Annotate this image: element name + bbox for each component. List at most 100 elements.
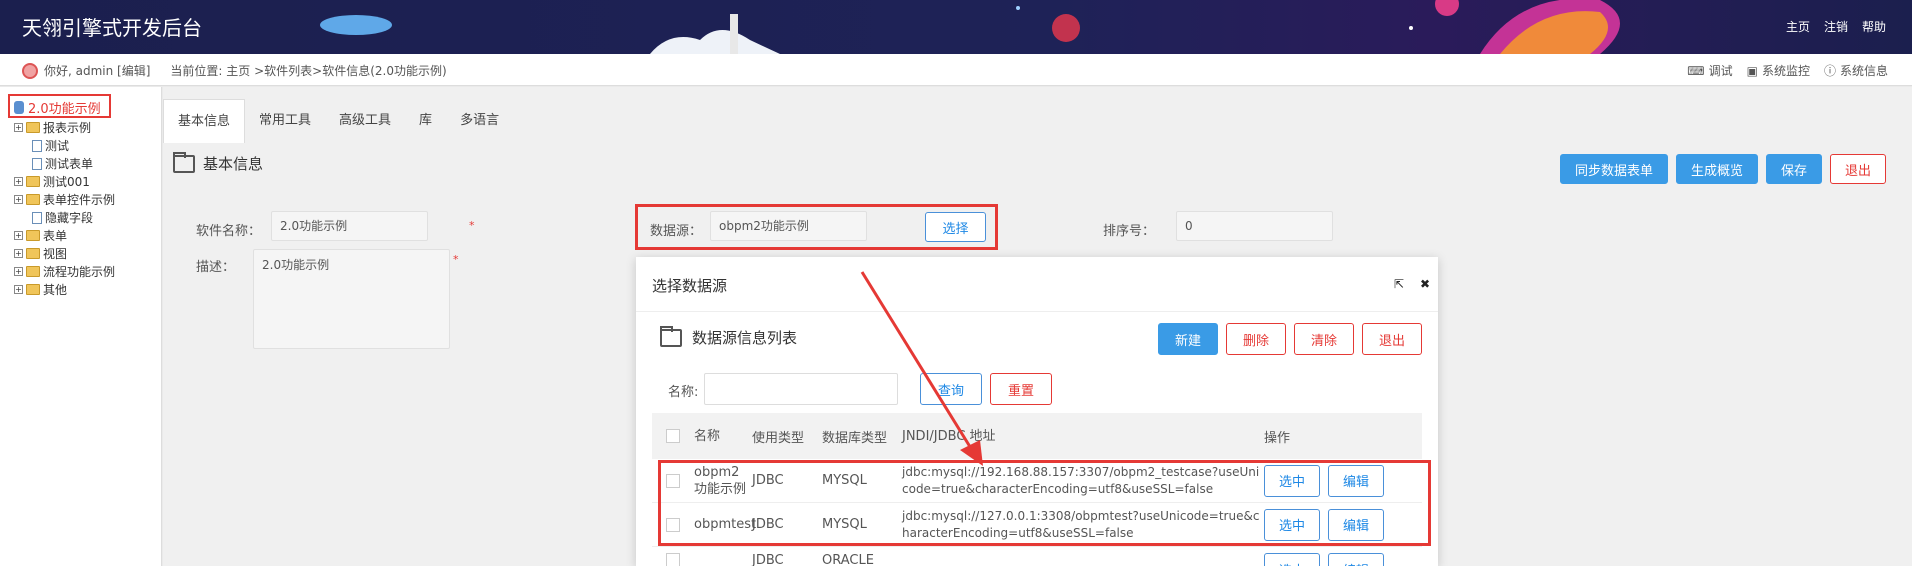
popout-icon[interactable]: ⇱ <box>1394 277 1404 291</box>
tab-library[interactable]: 库 <box>405 99 446 143</box>
dialog-actions: 新建 删除 清除 退出 <box>1157 323 1422 355</box>
tab-multilanguage[interactable]: 多语言 <box>446 99 513 143</box>
tree-node-label: 测试表单 <box>45 157 94 171</box>
dialog-window-controls: ⇱ ✖ <box>1394 277 1430 291</box>
page-icon <box>32 157 42 170</box>
expand-icon[interactable]: + <box>14 123 23 132</box>
tab-common-tools[interactable]: 常用工具 <box>245 99 325 143</box>
page-icon <box>32 211 42 224</box>
folder-icon <box>26 194 40 205</box>
breadcrumb: 当前位置: 主页 >软件列表>软件信息(2.0功能示例) <box>170 64 447 78</box>
col-url: JNDI/JDBC 地址 <box>902 428 996 444</box>
sync-tables-button[interactable]: 同步数据表单 <box>1559 154 1668 184</box>
nav-help-link[interactable]: 帮助 <box>1862 18 1886 35</box>
order-input[interactable]: 0 <box>1176 211 1333 241</box>
system-info-link[interactable]: ⓘ 系统信息 <box>1824 62 1888 79</box>
folder-icon <box>26 284 40 295</box>
folder-icon <box>173 151 195 173</box>
description-textarea[interactable]: 2.0功能示例 <box>253 249 450 349</box>
col-actions: 操作 <box>1264 430 1291 446</box>
row-actions: 选中 编辑 <box>1264 553 1422 566</box>
tree-node-label: 测试001 <box>43 175 90 189</box>
expand-icon[interactable]: + <box>14 285 23 294</box>
tree-node-label: 测试 <box>45 139 70 153</box>
col-name: 名称 <box>694 428 721 444</box>
expand-icon[interactable]: + <box>14 195 23 204</box>
order-label: 排序号： <box>1103 224 1156 239</box>
search-name-input[interactable] <box>704 373 898 405</box>
software-name-label: 软件名称： <box>196 224 262 239</box>
col-db-type: 数据库类型 <box>822 430 888 446</box>
top-header: 天翎引擎式开发后台 主页 注销 帮助 <box>0 0 1912 54</box>
nav-home-link[interactable]: 主页 <box>1786 18 1810 35</box>
tree-node-test-form[interactable]: 测试表单 <box>32 155 93 172</box>
header-decoration <box>320 0 1620 54</box>
tree-node-views[interactable]: + 视图 <box>14 245 67 262</box>
tab-basic-info[interactable]: 基本信息 <box>163 99 246 143</box>
avatar-icon <box>22 62 38 79</box>
tab-advanced-tools[interactable]: 高级工具 <box>325 99 405 143</box>
expand-icon[interactable]: + <box>14 177 23 186</box>
datasource-list-header: 数据源信息列表 <box>660 325 798 348</box>
tree-node-form-controls[interactable]: + 表单控件示例 <box>14 191 115 208</box>
col-usage-type: 使用类型 <box>752 430 805 446</box>
monitor-icon: ▣ <box>1746 63 1758 78</box>
tree-node-test[interactable]: 测试 <box>32 137 69 154</box>
row-checkbox-cell <box>652 553 694 566</box>
folder-icon <box>26 266 40 277</box>
table-header: 名称 使用类型 数据库类型 JNDI/JDBC 地址 操作 <box>652 413 1422 459</box>
action-bar: 同步数据表单 生成概览 保存 退出 <box>1559 154 1886 184</box>
system-monitor-link[interactable]: ▣ 系统监控 <box>1747 62 1810 79</box>
page-icon <box>32 139 42 152</box>
folder-icon <box>26 230 40 241</box>
tree-node-label: 表单 <box>43 229 68 243</box>
rows-highlight-box <box>658 460 1431 546</box>
close-icon[interactable]: ✖ <box>1420 277 1430 291</box>
dialog-divider <box>636 311 1438 312</box>
expand-icon[interactable]: + <box>14 249 23 258</box>
expand-icon[interactable]: + <box>14 231 23 240</box>
expand-icon[interactable]: + <box>14 267 23 276</box>
table-row-partial[interactable]: JDBC ORACLE 选中 编辑 <box>652 547 1422 566</box>
tree-node-hidden-field[interactable]: 隐藏字段 <box>32 209 93 226</box>
tab-bar: 基本信息 常用工具 高级工具 库 多语言 <box>163 99 513 143</box>
clear-button[interactable]: 清除 <box>1293 323 1354 355</box>
row-checkbox[interactable] <box>666 553 680 566</box>
datasource-highlight-box <box>635 204 998 250</box>
save-button[interactable]: 保存 <box>1765 154 1822 184</box>
row-db-type: ORACLE <box>822 553 874 566</box>
tree-node-workflow[interactable]: + 流程功能示例 <box>14 263 115 280</box>
folder-icon <box>660 325 682 347</box>
nav-logout-link[interactable]: 注销 <box>1824 18 1848 35</box>
tree-node-test001[interactable]: + 测试001 <box>14 173 90 190</box>
search-name-label: 名称: <box>668 385 699 400</box>
datasource-list-title: 数据源信息列表 <box>692 329 798 347</box>
select-all-checkbox[interactable] <box>666 429 680 443</box>
tree-node-label: 流程功能示例 <box>43 265 116 279</box>
dialog-title: 选择数据源 <box>652 277 728 295</box>
row-usage-type: JDBC <box>752 553 784 566</box>
tree-node-label: 其他 <box>43 283 68 297</box>
delete-button[interactable]: 删除 <box>1225 323 1286 355</box>
app-title: 天翎引擎式开发后台 <box>22 16 202 40</box>
tree-node-other[interactable]: + 其他 <box>14 281 67 298</box>
tree-node-label: 隐藏字段 <box>45 211 94 225</box>
generate-overview-button[interactable]: 生成概览 <box>1675 154 1758 184</box>
software-name-input[interactable]: 2.0功能示例 <box>271 211 428 241</box>
header-checkbox-cell <box>652 429 694 443</box>
reset-button[interactable]: 重置 <box>990 373 1052 405</box>
folder-icon <box>26 122 40 133</box>
section-header: 基本信息 <box>173 151 263 174</box>
debug-link[interactable]: ⌨ 调试 <box>1687 62 1732 79</box>
row-select-button[interactable]: 选中 <box>1264 553 1321 566</box>
dialog-exit-button[interactable]: 退出 <box>1361 323 1422 355</box>
info-icon: ⓘ <box>1823 64 1836 78</box>
app-tree-sidebar: 2.0功能示例 + 报表示例 测试 测试表单 + 测试001 + 表单控件示例 隐藏字… <box>0 87 162 566</box>
tree-node-forms[interactable]: + 表单 <box>14 227 67 244</box>
top-nav: 主页 注销 帮助 <box>1786 18 1886 35</box>
user-greeting[interactable]: 你好, admin [编辑] <box>44 62 150 79</box>
row-edit-button[interactable]: 编辑 <box>1328 553 1385 566</box>
query-button[interactable]: 查询 <box>920 373 982 405</box>
exit-button[interactable]: 退出 <box>1829 154 1886 184</box>
new-datasource-button[interactable]: 新建 <box>1157 323 1218 355</box>
